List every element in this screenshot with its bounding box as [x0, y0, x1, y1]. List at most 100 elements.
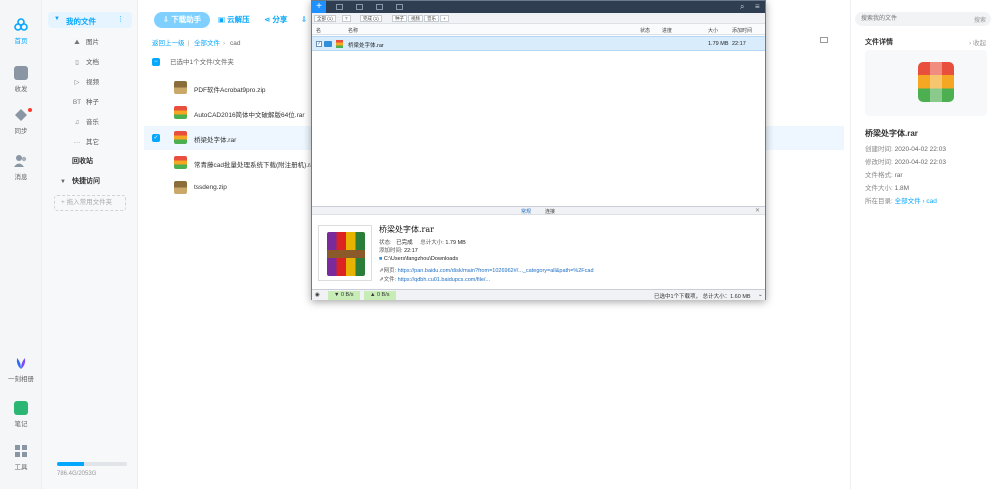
file-name[interactable]: AutoCAD2016简体中文破解版64位.rar [194, 109, 305, 119]
file-name[interactable]: 桥梁处字体.rar [194, 134, 236, 144]
winrar-icon [318, 225, 372, 281]
location-link[interactable]: 全部文件 › cad [895, 198, 937, 205]
filter-chip[interactable]: ? [342, 15, 351, 22]
more-icon[interactable]: ⋮ [117, 15, 124, 23]
row-checkbox-checked[interactable]: ✓ [316, 41, 322, 47]
sidebar-item-docs[interactable]: ▯ 文档 [72, 56, 99, 66]
filter-complete[interactable]: 完成 (1) [360, 15, 382, 22]
search-button[interactable]: 搜索 [974, 15, 986, 24]
settings-icon[interactable] [396, 4, 403, 10]
row-checkbox[interactable] [152, 159, 160, 167]
download-icon: ⇩ [301, 15, 308, 24]
sidebar-item-videos[interactable]: ▷ 视频 [72, 76, 100, 86]
file-name[interactable]: 常青藤cad批量处理系统下载(附注册机).rar [194, 159, 316, 169]
rail-label: 工具 [14, 464, 28, 471]
tab-connections[interactable]: 连接 [545, 208, 555, 215]
download-manager-window: + ⌕ ≡ 全部 (1) ? 完成 (1) 种子 视频 音乐 + 名 名称 状态… [311, 0, 766, 300]
detail-label: 文件: [383, 277, 397, 283]
my-files-header[interactable]: ▼ 我的文件 ⋮ [48, 12, 132, 28]
rail-notes[interactable]: 笔记 [0, 401, 42, 428]
col-size[interactable]: 大小 [708, 27, 718, 34]
quota-fill [57, 462, 84, 466]
filter-add[interactable]: + [440, 15, 449, 22]
add-folder-dropzone[interactable]: + 拖入常用文件夹 [54, 195, 126, 211]
filter-all[interactable]: 全部 (1) [314, 15, 336, 22]
col-added[interactable]: 添加时间 [732, 27, 752, 34]
quick-access-header[interactable]: ▼ 快捷访问 [60, 176, 100, 186]
rail-sync[interactable]: 同步 [0, 108, 42, 135]
detail-label: 网页: [383, 268, 397, 274]
col-progress[interactable]: 进度 [662, 27, 672, 34]
rail-home[interactable]: 首页 [0, 18, 42, 45]
meta-label: 创建时间: [865, 146, 893, 153]
download-row[interactable]: ✓ 桥梁处字体.rar 1.79 MB 22:17 [312, 36, 765, 51]
view-toggle-icon[interactable] [820, 37, 828, 43]
my-files-label: 我的文件 [66, 17, 96, 26]
filter-torrents[interactable]: 种子 [392, 15, 407, 22]
download-helper-label: 下载助手 [171, 15, 202, 24]
winrar-strap [327, 250, 365, 258]
cloud-unzip-button[interactable]: ▣ 云解压 [218, 12, 250, 28]
share-button[interactable]: ⋖ 分享 [264, 12, 287, 28]
modified-time: 修改时间: 2020-04-02 22:03 [865, 156, 946, 166]
rar-file-icon [174, 131, 187, 144]
page-url-link[interactable]: https://pan.baidu.com/disk/main?from=102… [398, 268, 594, 274]
rail-transfer[interactable]: 收发 [0, 66, 42, 93]
search-icon[interactable]: ⌕ [740, 2, 744, 12]
tab-general[interactable]: 常规 [521, 208, 531, 215]
close-icon[interactable]: ✕ [755, 207, 760, 214]
selection-text: 已选中1个文件/文件夹 [170, 59, 234, 66]
dm-filter-bar: 全部 (1) ? 完成 (1) 种子 视频 音乐 + [312, 13, 765, 24]
detail-file-url: ⇗文件: https://qdbh.cu01.baidupcs.com/file… [379, 275, 490, 283]
col-index[interactable]: 名 [316, 27, 321, 34]
delete-icon[interactable] [376, 4, 383, 10]
detail-path[interactable]: ■ C:\Users\fangzhou\Downloads [379, 256, 458, 262]
file-url-link[interactable]: https://qdbh.cu01.baidupcs.com/file/... [398, 277, 490, 283]
pause-icon[interactable] [356, 4, 363, 10]
inbox-icon [14, 66, 28, 80]
breadcrumb-all-files[interactable]: 全部文件 [194, 40, 220, 47]
menu-icon[interactable]: ≡ [755, 2, 760, 11]
dm-list-area [312, 51, 765, 206]
filter-videos[interactable]: 视频 [408, 15, 423, 22]
row-checkbox-checked[interactable]: ✓ [152, 134, 160, 142]
filter-music[interactable]: 音乐 [424, 15, 439, 22]
sidebar-item-music[interactable]: ♫ 音乐 [72, 116, 99, 126]
col-name[interactable]: 名称 [348, 27, 358, 34]
download-helper-button[interactable]: ⇩ 下载助手 [154, 12, 210, 28]
breadcrumb-back[interactable]: 返回上一级 [152, 40, 185, 47]
rail-messages[interactable]: 消息 [0, 154, 42, 181]
sidebar-item-recycle-bin[interactable]: 回收站 [72, 156, 93, 166]
download-size: 1.79 MB [708, 41, 729, 47]
sidebar-item-images[interactable]: ⛰ 图片 [72, 36, 99, 46]
sidebar-item-other[interactable]: ··· 其它 [72, 136, 99, 146]
file-name[interactable]: PDF软件Acrobat9pro.zip [194, 84, 266, 94]
new-download-button[interactable]: + [312, 1, 326, 13]
detail-label: 总计大小: [420, 240, 444, 246]
ellipsis-icon: ··· [73, 139, 81, 146]
chevron-down-icon[interactable]: ⌄ [758, 292, 763, 298]
row-checkbox[interactable] [152, 109, 160, 117]
sidebar-item-label: 种子 [86, 99, 99, 106]
network-icon[interactable]: ◉ [315, 292, 320, 298]
rail-tools[interactable]: 工具 [0, 444, 42, 471]
sidebar-item-label: 音乐 [86, 119, 99, 126]
detail-file-name: 桥梁处字体.rar [379, 225, 434, 234]
upload-speed: ▲ 0 B/s [364, 291, 396, 300]
download-button[interactable]: ⇩ [301, 12, 307, 28]
col-status[interactable]: 状态 [640, 27, 650, 34]
start-icon[interactable] [336, 4, 343, 10]
rail-label: 收发 [14, 86, 28, 93]
row-checkbox[interactable] [152, 84, 160, 92]
select-all-checkbox[interactable]: − [152, 58, 160, 67]
row-checkbox[interactable] [152, 184, 160, 192]
share-label: 分享 [272, 15, 288, 24]
sidebar-item-torrents[interactable]: BT 种子 [72, 96, 99, 106]
rail-album[interactable]: 一刻相册 [0, 356, 42, 383]
file-name[interactable]: tssdeng.zip [194, 184, 227, 191]
tools-icon [14, 444, 28, 458]
detail-label: 添加时间: [379, 248, 403, 254]
breadcrumb-separator: | [187, 40, 190, 47]
search-input[interactable] [855, 12, 991, 26]
collapse-button[interactable]: › 收起 [969, 37, 986, 47]
